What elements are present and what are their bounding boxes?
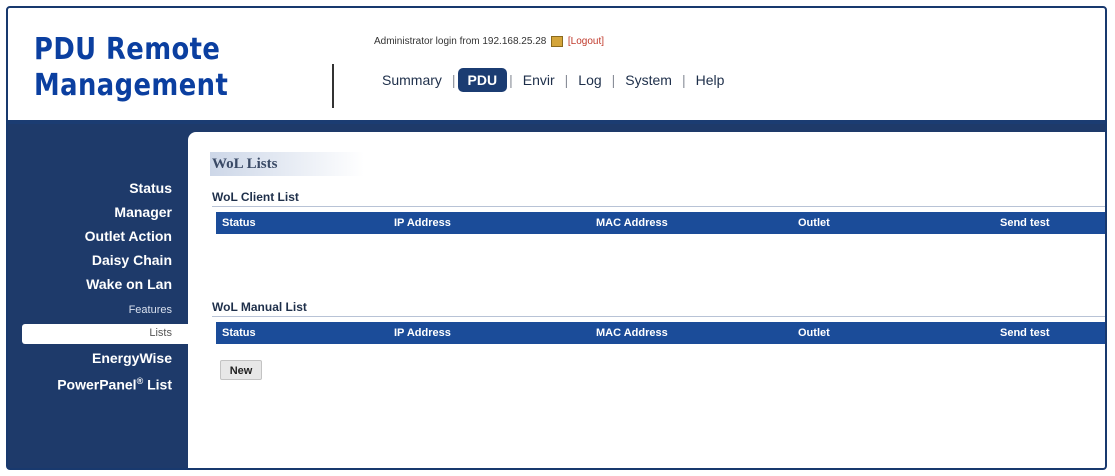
divider — [212, 316, 1105, 317]
main-content: WoL Lists WoL Client List Status IP Addr… — [188, 132, 1105, 468]
nav-separator: | — [509, 72, 513, 88]
divider — [212, 206, 1105, 207]
sidebar-sub-lists-selected[interactable]: Lists — [22, 324, 188, 344]
login-info: Administrator login from 192.168.25.28 [… — [374, 36, 604, 47]
nav-separator: | — [681, 72, 686, 88]
sidebar-sub-lists-label: Lists — [149, 327, 172, 339]
header: PDU Remote Management Administrator logi… — [8, 8, 1105, 124]
new-button[interactable]: New — [220, 360, 262, 380]
nav-system[interactable]: System — [617, 69, 680, 91]
col-send-test: Send test — [1000, 217, 1050, 229]
logout-link[interactable]: [Logout] — [568, 36, 604, 47]
sidebar-item-powerpanel-list[interactable]: PowerPanel® List — [57, 376, 172, 393]
nav-separator: | — [564, 72, 569, 88]
col-mac-address: MAC Address — [596, 217, 668, 229]
sidebar-item-wake-on-lan[interactable]: Wake on Lan — [86, 276, 172, 292]
powerpanel-label: PowerPanel — [57, 376, 137, 393]
lock-icon — [551, 36, 564, 47]
col-send-test: Send test — [1000, 327, 1050, 339]
manual-table-header: Status IP Address MAC Address Outlet Sen… — [216, 322, 1105, 344]
manual-list-title: WoL Manual List — [212, 300, 307, 314]
sidebar-sub-features[interactable]: Features — [129, 304, 172, 316]
nav-envir[interactable]: Envir — [515, 69, 563, 91]
sidebar: Status Manager Outlet Action Daisy Chain… — [8, 124, 188, 468]
brand-line-1: PDU Remote — [34, 32, 221, 67]
nav-separator: | — [611, 72, 616, 88]
col-status: Status — [222, 217, 256, 229]
client-table-header: Status IP Address MAC Address Outlet Sen… — [216, 212, 1105, 234]
login-text: Administrator login from 192.168.25.28 — [374, 36, 547, 48]
brand-logo: PDU Remote Management — [34, 32, 228, 104]
powerpanel-suffix: List — [143, 376, 172, 393]
sidebar-item-outlet-action[interactable]: Outlet Action — [85, 228, 172, 244]
nav-separator: | — [451, 72, 456, 88]
col-outlet: Outlet — [798, 327, 830, 339]
col-ip-address: IP Address — [394, 327, 451, 339]
nav-help[interactable]: Help — [688, 69, 733, 91]
nav-pdu[interactable]: PDU — [457, 68, 508, 92]
app-frame: PDU Remote Management Administrator logi… — [6, 6, 1107, 470]
sidebar-item-daisy-chain[interactable]: Daisy Chain — [92, 252, 172, 268]
sidebar-item-manager[interactable]: Manager — [114, 204, 172, 220]
col-status: Status — [222, 327, 256, 339]
nav-summary[interactable]: Summary — [374, 69, 450, 91]
col-ip-address: IP Address — [394, 217, 451, 229]
page-title: WoL Lists — [210, 152, 364, 176]
main-nav: Summary | PDU | Envir | Log | System | H… — [374, 68, 732, 92]
col-outlet: Outlet — [798, 217, 830, 229]
sidebar-item-energywise[interactable]: EnergyWise — [92, 350, 172, 366]
col-mac-address: MAC Address — [596, 327, 668, 339]
brand-line-2: Management — [34, 68, 229, 103]
client-list-title: WoL Client List — [212, 190, 299, 204]
header-divider — [332, 64, 334, 108]
sidebar-item-status[interactable]: Status — [129, 180, 172, 196]
nav-log[interactable]: Log — [570, 69, 609, 91]
